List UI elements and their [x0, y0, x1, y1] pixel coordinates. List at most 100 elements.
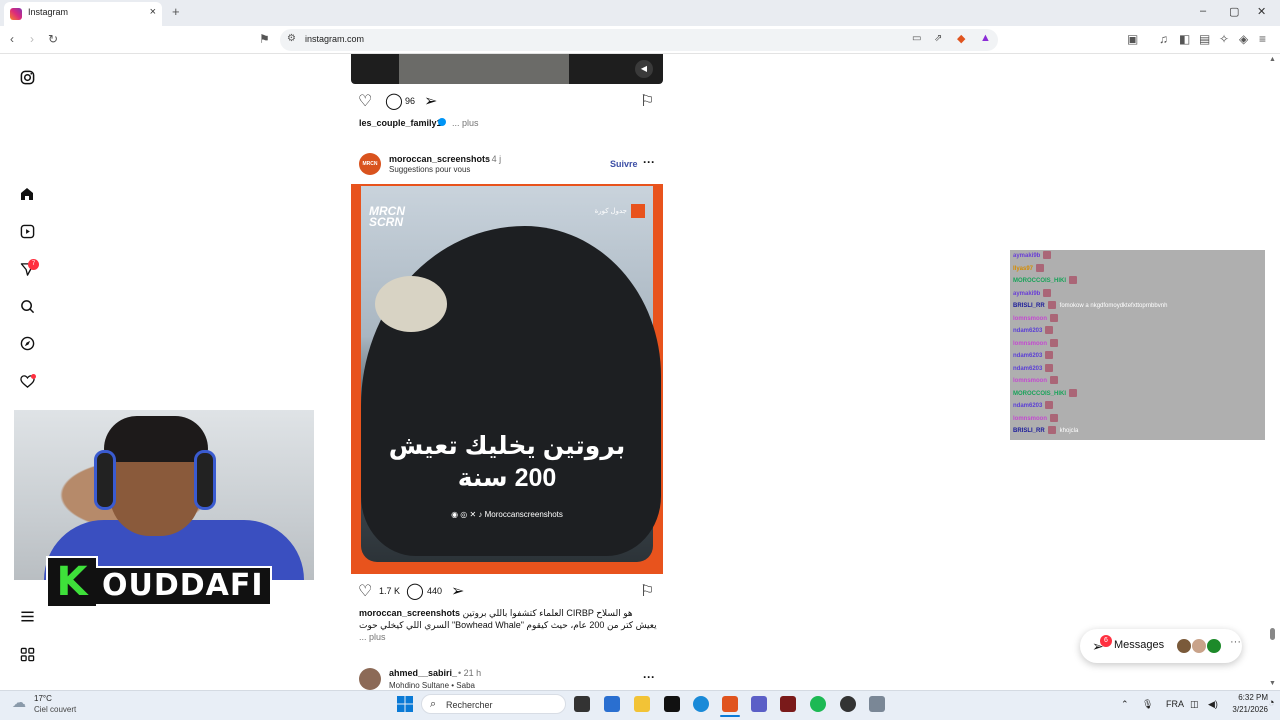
next-post-options-icon[interactable]: ··· — [643, 670, 655, 684]
chat-line: aymaki9b — [1010, 250, 1265, 263]
browser-toolbar: ‹ › ↻ ⚑ ⚙ instagram.com ▭ ⇗ ◆ ▲ ▣ ♫ ◧ ▤ … — [0, 26, 1280, 54]
cast-icon[interactable]: ▭ — [912, 33, 921, 44]
scrollbar-thumb[interactable] — [1270, 628, 1275, 640]
wallet-icon[interactable]: ▤ — [1199, 32, 1210, 46]
maximize-button[interactable]: ▢ — [1229, 5, 1239, 18]
share-icon[interactable]: ➢ — [424, 91, 437, 111]
chat-line: Ilyas97 — [1010, 263, 1265, 276]
headphone-left — [94, 450, 116, 510]
next-post-avatar[interactable] — [359, 668, 381, 690]
like-icon[interactable]: ♡ — [358, 91, 372, 111]
microphone-icon[interactable]: 🎙 — [1142, 699, 1153, 710]
reload-icon[interactable]: ↻ — [48, 32, 58, 46]
close-window-button[interactable]: ✕ — [1257, 5, 1266, 18]
vpn-icon[interactable]: ◈ — [1239, 32, 1248, 46]
bookmark-icon[interactable]: ⚑ — [259, 32, 270, 46]
hamburger-menu-icon[interactable] — [18, 607, 36, 625]
media-icon[interactable]: ♫ — [1159, 32, 1168, 46]
instagram-icon[interactable] — [18, 68, 36, 86]
edge-icon[interactable] — [693, 696, 709, 712]
chat-emote-icon — [1050, 376, 1058, 385]
more-options-icon[interactable]: ··· — [643, 155, 655, 169]
settings-icon[interactable] — [869, 696, 885, 712]
app-icon[interactable] — [780, 696, 796, 712]
weather-icon[interactable]: ☁ — [12, 694, 26, 711]
chat-line: lomnsmoon — [1010, 375, 1265, 388]
scroll-down-icon[interactable]: ▼ — [1269, 680, 1276, 687]
tab-title: Instagram — [28, 7, 69, 17]
network-icon[interactable]: ◫ — [1190, 699, 1199, 710]
obs-icon[interactable] — [840, 696, 856, 712]
weather-temp[interactable]: 17°C — [34, 694, 52, 703]
post-image[interactable]: MRCN SCRN جدول كورة بروتين يخليك تعيش 20… — [351, 184, 663, 574]
chat-line: BRISLI_RR fomokow a nkgdfomoydktefxttoprn… — [1010, 300, 1265, 313]
page-scrollbar[interactable]: ▲ ▼ — [1268, 54, 1276, 690]
tray-chevron-icon[interactable]: ⌃ — [1121, 699, 1129, 710]
scroll-up-icon[interactable]: ▲ — [1269, 56, 1276, 63]
apps-icon[interactable] — [18, 645, 36, 663]
like-count[interactable]: 1.7 K — [379, 586, 400, 596]
clock-date[interactable]: 3/21/2026 — [1226, 705, 1268, 714]
task-view-icon[interactable] — [574, 696, 590, 712]
caption-more[interactable]: ... plus — [359, 632, 386, 642]
share-icon[interactable]: ⇗ — [934, 33, 942, 44]
sidebar-toggle-icon[interactable]: ◧ — [1179, 32, 1190, 46]
streamer-logo-letter: K — [46, 556, 98, 608]
chat-line: lomnsmoon — [1010, 313, 1265, 326]
chat-username: lomnsmoon — [1013, 378, 1047, 384]
post-avatar[interactable]: MRCN SCRN — [359, 153, 381, 189]
prev-post-more[interactable]: ... plus — [452, 118, 479, 128]
store-icon[interactable] — [604, 696, 620, 712]
chat-line: ndam6203 — [1010, 350, 1265, 363]
search-icon[interactable] — [18, 297, 36, 315]
file-explorer-icon[interactable] — [634, 696, 650, 712]
chat-username: ndam6203 — [1013, 328, 1043, 334]
share-icon[interactable]: ➢ — [451, 581, 464, 601]
brave-rewards-icon[interactable]: ▲ — [980, 32, 991, 44]
clock-time[interactable]: 6:32 PM — [1232, 693, 1268, 702]
post-username[interactable]: moroccan_screenshots — [389, 154, 490, 164]
prev-post-username[interactable]: les_couple_family1 — [359, 118, 442, 128]
back-icon[interactable]: ‹ — [10, 32, 14, 46]
messages-button[interactable]: ➢ 6 Messages ··· — [1080, 629, 1242, 663]
reader-icon[interactable]: ▣ — [1127, 32, 1138, 46]
brave-icon[interactable] — [722, 696, 738, 712]
volume-icon[interactable]: ◀ — [635, 60, 653, 78]
volume-icon[interactable]: ◀) — [1208, 699, 1218, 710]
home-icon[interactable] — [18, 185, 36, 203]
tab-close-icon[interactable]: × — [150, 6, 156, 18]
explore-icon[interactable] — [18, 334, 36, 352]
teams-icon[interactable] — [751, 696, 767, 712]
forward-icon[interactable]: › — [30, 32, 34, 46]
comment-icon[interactable]: ◯ — [385, 91, 403, 111]
new-tab-button[interactable]: + — [172, 4, 180, 19]
taskbar-search[interactable]: ⌕ Rechercher — [421, 694, 566, 714]
notification-dot — [31, 374, 36, 379]
menu-icon[interactable]: ≡ — [1259, 32, 1266, 46]
notification-bell-icon[interactable]: ◔ — [1268, 697, 1275, 709]
verified-icon — [438, 118, 446, 126]
address-bar[interactable]: ⚙ instagram.com ▭ ⇗ ◆ ▲ — [280, 29, 998, 51]
start-icon[interactable] — [397, 696, 413, 717]
spotify-icon[interactable] — [810, 696, 826, 712]
site-info-icon[interactable]: ⚙ — [287, 33, 296, 44]
comment-icon[interactable]: ◯ — [406, 581, 424, 601]
minimize-button[interactable]: – — [1200, 5, 1206, 17]
tab-instagram[interactable]: Instagram × — [4, 2, 162, 26]
chat-line: ndam6203 — [1010, 325, 1265, 338]
language-indicator[interactable]: FRA — [1166, 699, 1184, 709]
caption-username[interactable]: moroccan_screenshots — [359, 608, 460, 618]
next-post-username[interactable]: ahmed__sabiri_ — [389, 668, 457, 678]
save-icon[interactable]: ⚐ — [640, 581, 654, 601]
chat-emote-icon — [1036, 263, 1045, 272]
save-icon[interactable]: ⚐ — [640, 91, 654, 111]
tiktok-icon[interactable] — [664, 696, 680, 712]
reels-icon[interactable] — [18, 222, 36, 240]
leo-ai-icon[interactable]: ✧ — [1219, 32, 1229, 46]
chat-username: MOROCCOIS_HIKI — [1013, 390, 1067, 397]
like-icon[interactable]: ♡ — [358, 581, 372, 601]
previous-post-media[interactable]: ◀ — [351, 54, 663, 84]
follow-button[interactable]: Suivre — [610, 159, 638, 169]
post-subtitle: Suggestions pour vous — [389, 165, 471, 174]
brave-shield-icon[interactable]: ◆ — [957, 32, 965, 45]
